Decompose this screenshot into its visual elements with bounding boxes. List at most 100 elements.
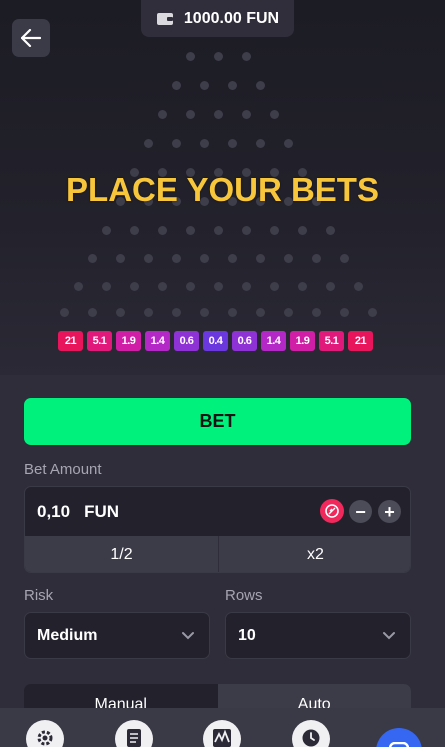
peg	[186, 52, 195, 61]
peg	[228, 254, 237, 263]
peg	[270, 282, 279, 291]
multiplier-bucket: 1.4	[145, 331, 170, 351]
multiplier-bucket: 5.1	[319, 331, 344, 351]
peg	[158, 226, 167, 235]
amount-value: 0,10	[37, 502, 71, 521]
coin-icon	[320, 499, 344, 523]
decrease-amount-button[interactable]: −	[349, 500, 372, 523]
peg	[326, 282, 335, 291]
peg	[130, 282, 139, 291]
document-icon	[127, 729, 141, 747]
peg	[214, 226, 223, 235]
peg	[214, 282, 223, 291]
amount-modifiers: 1/2 x2	[25, 536, 410, 572]
wallet-icon	[156, 12, 173, 25]
chevron-down-icon	[182, 632, 194, 640]
peg	[284, 254, 293, 263]
multiplier-bucket: 1.4	[261, 331, 286, 351]
peg	[270, 226, 279, 235]
multiplier-bucket: 1.9	[290, 331, 315, 351]
peg	[228, 308, 237, 317]
bet-amount-label: Bet Amount	[24, 461, 102, 478]
peg	[200, 81, 209, 90]
peg	[256, 308, 265, 317]
increase-amount-button[interactable]: +	[378, 500, 401, 523]
peg	[368, 308, 377, 317]
clock-icon	[302, 729, 320, 747]
risk-value: Medium	[37, 626, 98, 644]
peg	[186, 110, 195, 119]
place-bets-title: PLACE YOUR BETS	[66, 171, 379, 208]
peg	[312, 308, 321, 317]
peg	[256, 139, 265, 148]
peg	[158, 282, 167, 291]
rows-select[interactable]: 10	[225, 612, 411, 659]
peg	[256, 254, 265, 263]
rules-button[interactable]	[115, 720, 153, 747]
peg	[242, 110, 251, 119]
risk-select[interactable]: Medium	[24, 612, 210, 659]
peg	[312, 254, 321, 263]
history-button[interactable]	[292, 720, 330, 747]
bet-amount-box: 0,10 FUN − + 1/2 x2	[24, 486, 411, 573]
peg	[172, 308, 181, 317]
peg	[200, 139, 209, 148]
peg	[298, 282, 307, 291]
peg	[158, 110, 167, 119]
peg	[200, 308, 209, 317]
peg	[88, 254, 97, 263]
rows-label: Rows	[225, 587, 263, 604]
peg	[284, 308, 293, 317]
peg	[144, 139, 153, 148]
peg	[200, 254, 209, 263]
plinko-board: 1000.00 FUN PLACE YOUR BETS 21 5.1 1.9 1.4 0…	[0, 0, 445, 375]
peg	[214, 52, 223, 61]
multiplier-bucket: 0.4	[203, 331, 228, 351]
chart-icon	[213, 729, 231, 747]
peg	[144, 254, 153, 263]
peg	[228, 81, 237, 90]
peg	[102, 226, 111, 235]
bet-button[interactable]: BET	[24, 398, 411, 445]
chat-icon	[389, 742, 409, 747]
peg	[256, 81, 265, 90]
bottom-nav	[0, 708, 445, 747]
chevron-down-icon	[383, 632, 395, 640]
peg	[74, 282, 83, 291]
peg	[284, 139, 293, 148]
peg	[116, 254, 125, 263]
peg	[354, 282, 363, 291]
peg	[172, 139, 181, 148]
peg	[326, 226, 335, 235]
balance-display: 1000.00 FUN	[141, 0, 294, 37]
peg	[298, 226, 307, 235]
settings-button[interactable]	[26, 720, 64, 747]
balance-value: 1000.00 FUN	[183, 9, 280, 27]
chat-button[interactable]	[376, 728, 422, 747]
peg	[242, 226, 251, 235]
peg	[242, 282, 251, 291]
multiplier-bucket: 21	[58, 331, 83, 351]
peg	[144, 308, 153, 317]
gear-icon	[37, 730, 53, 746]
peg	[186, 282, 195, 291]
peg	[340, 254, 349, 263]
peg	[242, 52, 251, 61]
half-button[interactable]: 1/2	[25, 536, 218, 572]
peg	[340, 308, 349, 317]
multiplier-bucket: 0.6	[174, 331, 199, 351]
peg	[186, 226, 195, 235]
stats-button[interactable]	[203, 720, 241, 747]
rows-value: 10	[238, 626, 256, 644]
peg	[270, 110, 279, 119]
back-button[interactable]	[12, 19, 50, 57]
peg	[130, 226, 139, 235]
bet-amount-input[interactable]: 0,10 FUN − +	[25, 487, 410, 536]
multiplier-bucket: 21	[348, 331, 373, 351]
multiplier-bucket: 0.6	[232, 331, 257, 351]
peg	[228, 139, 237, 148]
double-button[interactable]: x2	[218, 536, 410, 572]
peg	[60, 308, 69, 317]
peg	[172, 254, 181, 263]
peg	[116, 308, 125, 317]
